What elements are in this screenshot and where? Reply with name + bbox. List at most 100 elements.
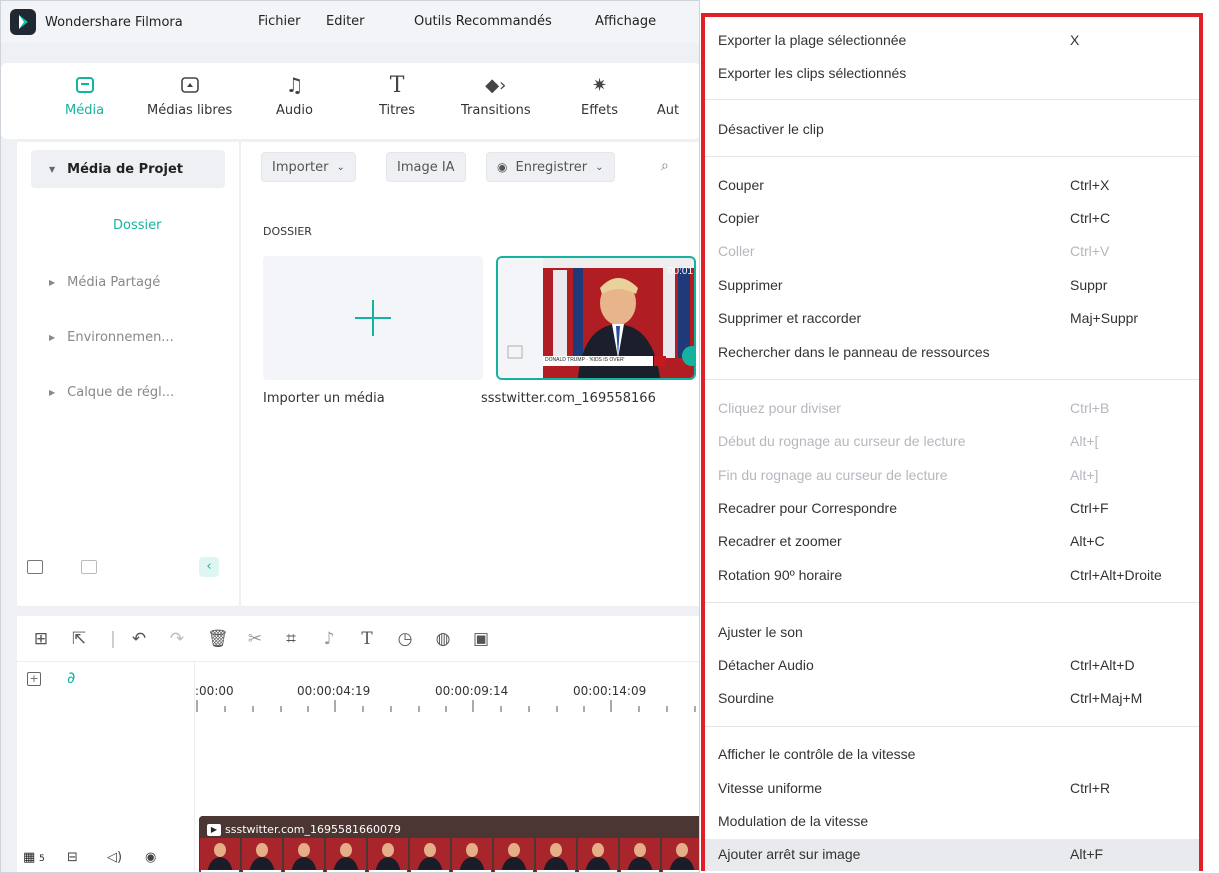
menu-item-shortcut: Ctrl+X <box>1070 177 1110 193</box>
menu-item-sourdine[interactable]: Sourdine Ctrl+Maj+M <box>705 683 1199 715</box>
menu-affichage[interactable]: Affichage <box>595 14 656 29</box>
menu-item-exporter-plage[interactable]: Exporter la plage sélectionnée X <box>705 25 1199 57</box>
play-badge-icon: ▶ <box>207 824 221 836</box>
plus-icon <box>355 300 391 336</box>
menu-fichier[interactable]: Fichier <box>258 14 301 29</box>
timeline-ruler[interactable]: :00:00 00:00:04:19 00:00:09:14 00:00:14:… <box>195 666 699 712</box>
tab-titres[interactable]: T Titres <box>379 73 415 119</box>
layout-grid-icon[interactable]: ⊞ <box>31 629 51 649</box>
menu-item-rechercher-ressources[interactable]: Rechercher dans le panneau de ressources <box>705 337 1199 369</box>
trash-icon[interactable]: 🗑 <box>207 629 229 649</box>
speaker-icon[interactable]: ◁) <box>107 850 122 865</box>
divider: | <box>110 629 116 649</box>
menu-item-couper[interactable]: Couper Ctrl+X <box>705 170 1199 202</box>
menu-item-rotation-90[interactable]: Rotation 90º horaire Ctrl+Alt+Droite <box>705 560 1199 592</box>
new-folder-icon[interactable] <box>27 560 43 574</box>
menu-item-shortcut: Ctrl+B <box>1070 400 1110 416</box>
menu-item-fin-rognage: Fin du rognage au curseur de lecture Alt+… <box>705 460 1199 492</box>
import-media-label: Importer un média <box>263 391 385 406</box>
tab-audio-label: Audio <box>276 103 313 118</box>
tab-audio[interactable]: ♫ Audio <box>276 73 313 118</box>
add-track-icon[interactable]: + <box>27 672 41 686</box>
menu-item-exporter-clips[interactable]: Exporter les clips sélectionnés <box>705 58 1199 90</box>
sidebar-item-media-de-projet[interactable]: ▼ Média de Projet <box>31 150 225 188</box>
sidebar-item-label: Calque de régl... <box>67 384 175 400</box>
search-icon[interactable]: ⌕ <box>661 158 669 174</box>
menu-item-coller: Coller Ctrl+V <box>705 236 1199 268</box>
menu-item-label: Afficher le contrôle de la vitesse <box>718 746 916 762</box>
crop-icon[interactable]: ⌗ <box>281 629 301 649</box>
menu-item-label: Supprimer <box>718 277 783 293</box>
menu-item-label: Copier <box>718 210 760 226</box>
tab-transitions[interactable]: ◆› Transitions <box>461 73 531 119</box>
timeline-toolbar: ⊞ ⇱ | ↶ ↷ 🗑 ✂ ⌗ ♪ T ◷ ◍ ▣ <box>17 616 699 662</box>
video-track-clip[interactable]: ▶ ssstwitter.com_1695581660079 <box>199 816 699 872</box>
chevron-down-icon: ▼ <box>49 164 56 174</box>
sidebar-item-media-partage[interactable]: ▶ Média Partagé <box>31 263 225 301</box>
sidebar-item-calque-de-reglage[interactable]: ▶ Calque de régl... <box>31 373 225 411</box>
scissors-icon[interactable]: ✂ <box>245 629 265 649</box>
menu-item-detacher-audio[interactable]: Détacher Audio Ctrl+Alt+D <box>705 650 1199 682</box>
menu-item-shortcut: Ctrl+C <box>1070 210 1111 226</box>
image-ia-button[interactable]: Image IA <box>386 152 466 182</box>
menu-item-ajuster-son[interactable]: Ajuster le son <box>705 617 1199 649</box>
sidebar-folder-dossier[interactable]: Dossier <box>113 218 161 233</box>
menu-item-supprimer-raccorder[interactable]: Supprimer et raccorder Maj+Suppr <box>705 303 1199 335</box>
color-palette-icon[interactable]: ◍ <box>433 629 453 649</box>
undo-icon[interactable]: ↶ <box>129 629 149 649</box>
menu-item-vitesse-uniforme[interactable]: Vitesse uniforme Ctrl+R <box>705 773 1199 805</box>
text-tool-icon[interactable]: T <box>357 629 377 649</box>
select-arrow-icon[interactable]: ⇱ <box>69 629 89 649</box>
link-icon[interactable]: ∂ <box>67 668 75 687</box>
menu-item-desactiver-clip[interactable]: Désactiver le clip <box>705 114 1199 146</box>
app-name: Wondershare Filmora <box>45 14 183 30</box>
record-icon: ◉ <box>497 160 508 174</box>
clip-thumbnail[interactable]: 00:01 DONALD TRUMP · 'KIDS IS OVER' <box>496 256 696 380</box>
menu-item-arret-sur-image[interactable]: Ajouter arrêt sur image Alt+F <box>705 839 1199 871</box>
track-clip-label: ssstwitter.com_1695581660079 <box>225 823 401 836</box>
clip-timecode: 00:01 <box>668 266 694 277</box>
menu-item-label: Fin du rognage au curseur de lecture <box>718 467 948 483</box>
menu-item-controle-vitesse[interactable]: Afficher le contrôle de la vitesse <box>705 739 1199 771</box>
folder-icon[interactable] <box>81 560 97 574</box>
menu-item-shortcut: Ctrl+F <box>1070 500 1109 516</box>
image-ia-label: Image IA <box>397 159 455 175</box>
timecode: :00:00 <box>195 684 234 698</box>
menu-item-supprimer[interactable]: Supprimer Suppr <box>705 270 1199 302</box>
menu-item-recadrer-zoomer[interactable]: Recadrer et zoomer Alt+C <box>705 526 1199 558</box>
sidebar-item-environnement[interactable]: ▶ Environnemen... <box>31 318 225 356</box>
menu-separator <box>705 726 1199 727</box>
menu-item-label: Couper <box>718 177 764 193</box>
menu-item-debut-rognage: Début du rognage au curseur de lecture Al… <box>705 426 1199 458</box>
import-dropdown[interactable]: Importer ⌄ <box>261 152 356 182</box>
chevron-right-icon: ▶ <box>49 387 56 397</box>
menu-outils-recommandes[interactable]: Outils Recommandés <box>414 14 552 29</box>
redo-icon[interactable]: ↷ <box>167 629 187 649</box>
audio-icon[interactable]: ♪ <box>319 629 339 649</box>
folder-lock-icon[interactable]: ⊟ <box>67 850 78 865</box>
tab-medias-libres[interactable]: Médias libres <box>147 73 232 118</box>
import-media-card[interactable] <box>263 256 483 380</box>
menu-item-recadrer-correspondre[interactable]: Recadrer pour Correspondre Ctrl+F <box>705 493 1199 525</box>
menu-item-shortcut: Alt+F <box>1070 846 1104 862</box>
ruler-ticks <box>196 700 696 712</box>
menu-editer[interactable]: Editer <box>326 14 365 29</box>
record-dropdown[interactable]: ◉ Enregistrer ⌄ <box>486 152 615 182</box>
speed-icon[interactable]: ◷ <box>395 629 415 649</box>
eye-icon[interactable]: ◉ <box>145 850 156 865</box>
tab-effets[interactable]: ✷ Effets <box>581 73 618 119</box>
tab-medias-libres-label: Médias libres <box>147 103 233 118</box>
menu-item-copier[interactable]: Copier Ctrl+C <box>705 203 1199 235</box>
menu-item-label: Sourdine <box>718 690 775 706</box>
menu-item-label: Détacher Audio <box>718 657 814 673</box>
menu-item-label: Rechercher dans le panneau de ressources <box>718 344 990 360</box>
collapse-sidebar-icon[interactable]: ‹ <box>199 557 219 577</box>
tab-media[interactable]: Média <box>65 73 104 118</box>
freeze-frame-icon[interactable]: ▣ <box>471 629 491 649</box>
menu-item-shortcut: Ctrl+V <box>1070 243 1110 259</box>
music-note-icon: ♫ <box>285 73 304 97</box>
title-bar: Wondershare Filmora Fichier Editer Outil… <box>1 1 699 43</box>
tab-autres[interactable]: Aut <box>656 73 680 118</box>
media-sidebar: ▼ Média de Projet Dossier ▶ Média Partag… <box>17 142 239 606</box>
menu-item-modulation-vitesse[interactable]: Modulation de la vitesse <box>705 806 1199 838</box>
